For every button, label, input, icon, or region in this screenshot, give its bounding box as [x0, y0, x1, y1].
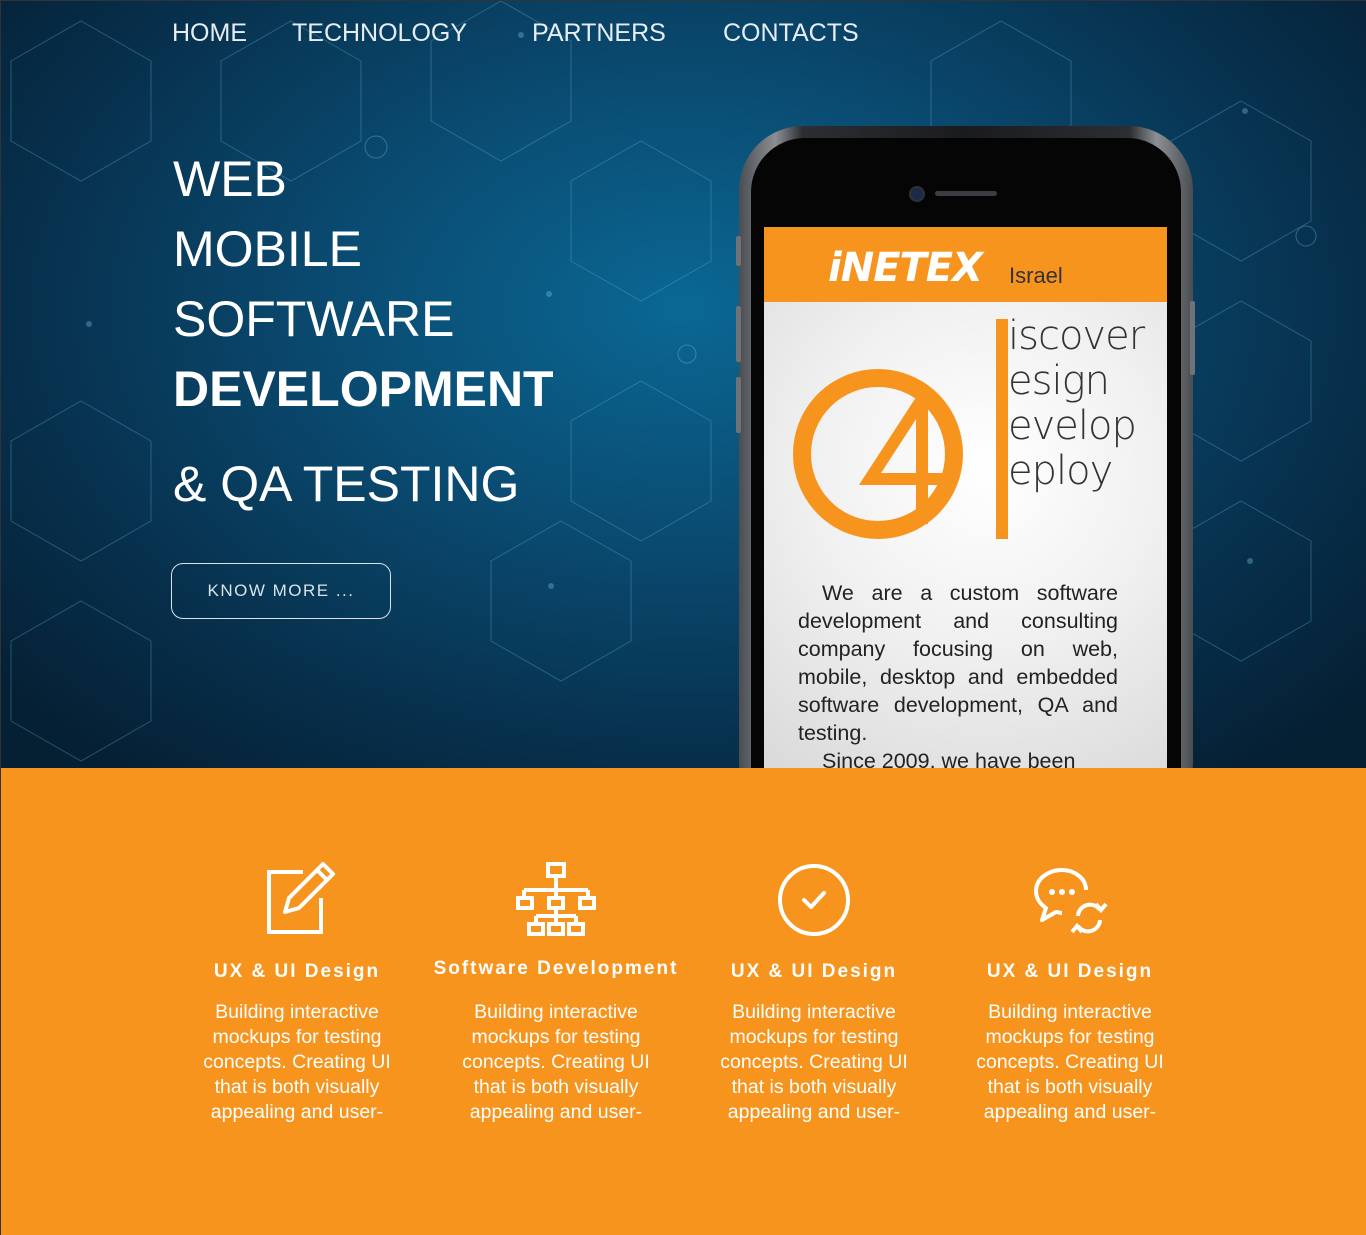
camera-icon — [909, 186, 925, 202]
phone-paragraph-2: Since 2009, we have been — [822, 749, 1076, 768]
speaker-grille — [935, 191, 997, 196]
phone-volume-down-button — [736, 377, 741, 433]
headline-development: DEVELOPMENT — [173, 361, 554, 417]
feature-description: Building interactive mockups for testing… — [720, 1001, 908, 1123]
headline-mobile: MOBILE — [173, 221, 362, 277]
nav-contacts-link[interactable]: CONTACTS — [723, 19, 859, 48]
phone-power-button — [1190, 301, 1195, 375]
phone-screen-text: We are a custom software development and… — [798, 579, 1118, 768]
tag-word-develop: evelop — [1008, 403, 1137, 449]
features-section: UX & UI Design Building interactive mock… — [0, 768, 1366, 1235]
nav-technology-link[interactable]: TECHNOLOGY — [292, 19, 467, 48]
tag-word-discover: iscover — [1008, 313, 1145, 359]
feature-title: UX & UI Design — [730, 961, 898, 982]
feature-description: Building interactive mockups for testing… — [462, 1001, 650, 1123]
headline-qa-testing: & QA TESTING — [173, 456, 520, 512]
inetex-logo-sub: Israel — [1009, 263, 1063, 288]
nav-partners-link[interactable]: PARTNERS — [532, 19, 666, 48]
feature-title: UX & UI Design — [213, 961, 381, 982]
phone-mute-button — [736, 236, 741, 266]
feature-description: Building interactive mockups for testing… — [976, 1001, 1164, 1123]
d4-logo-icon — [793, 319, 1008, 539]
headline-web: WEB — [173, 151, 287, 207]
feature-title: UX & UI Design — [986, 961, 1154, 982]
phone-screen: iNETEX Israel iscover esign evelop eploy… — [764, 227, 1167, 768]
check-circle-icon — [778, 864, 850, 936]
tag-word-design: esign — [1008, 358, 1110, 404]
phone-paragraph-1: We are a custom software development and… — [798, 581, 1118, 745]
inetex-logo: iNETEX — [828, 245, 983, 291]
tag-word-deploy: eploy — [1008, 448, 1113, 494]
phone-screen-header: iNETEX Israel — [764, 227, 1167, 302]
know-more-button[interactable]: KNOW MORE ... — [171, 563, 391, 619]
feature-description: Building interactive mockups for testing… — [203, 1001, 391, 1123]
headline-software: SOFTWARE — [173, 291, 455, 347]
sitemap-icon — [516, 862, 596, 936]
chat-sync-icon — [1034, 868, 1108, 934]
nav-home-link[interactable]: HOME — [172, 19, 247, 48]
feature-title: Software Development — [433, 958, 679, 979]
phone-volume-up-button — [736, 306, 741, 362]
edit-icon — [267, 862, 335, 934]
